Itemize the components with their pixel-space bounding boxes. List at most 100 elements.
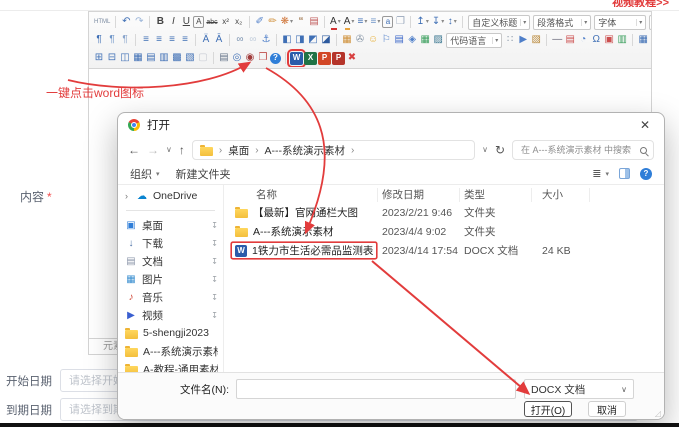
image-center-icon[interactable]: ◩ [307,33,319,48]
merge-right-icon[interactable]: ▩ [171,51,183,66]
superscript-icon[interactable]: x² [220,15,232,30]
paragraph-spacing-top-icon[interactable]: ↥▾ [415,15,429,30]
sidebar-item-onedrive[interactable]: ›☁OneDrive [118,187,223,205]
insert-map-icon[interactable]: ⚐ [380,33,392,48]
scrawl-icon[interactable]: ▨ [432,33,444,48]
format-code-icon[interactable]: ∷ [504,33,516,48]
align-center-icon[interactable]: ≡ [153,33,165,48]
split-cell-icon[interactable]: ▦ [132,51,144,66]
sidebar-folder-item[interactable]: A---系统演示素材 [118,342,223,360]
anchor-icon[interactable]: ⚓ [260,33,272,48]
print-icon[interactable]: ▤ [218,51,230,66]
indent-paragraph-icon[interactable]: ¶ [93,33,105,48]
merge-cells-icon[interactable]: ◫ [119,51,131,66]
file-row[interactable]: A---系统演示素材2023/4/4 9:02文件夹 [224,222,664,241]
special-chars-icon[interactable]: Ω [590,33,602,48]
breadcrumb[interactable]: ›桌面›A---系统演示素材› [192,140,475,160]
insert-summary-icon[interactable]: ▤ [308,15,320,30]
paragraph-mark-icon[interactable]: ¶ [119,33,131,48]
delete-row-icon[interactable]: ▤ [145,51,157,66]
insert-col-icon[interactable]: ⊟ [106,51,118,66]
line-height-icon[interactable]: ↕▾ [446,15,458,30]
insert-iframe-icon[interactable]: ▤ [393,33,405,48]
underline-icon[interactable]: U [180,15,192,30]
auto-typeset-icon[interactable]: ❋▾ [280,15,294,30]
source-code-icon[interactable]: HTML [93,15,111,30]
insert-video-icon[interactable]: ▶ [517,33,529,48]
unordered-list-icon[interactable]: ≡▾ [369,15,381,30]
strikethrough-icon[interactable]: abc [205,15,218,30]
up-icon[interactable]: ↑ [179,144,185,156]
sidebar-item-桌面[interactable]: ▣桌面↧ [118,216,223,234]
insert-link-icon[interactable]: ∞ [234,33,246,48]
resize-grip[interactable]: ◿ [655,409,661,418]
remove-link-icon[interactable]: ∞ [247,33,259,48]
new-folder-button[interactable]: 新建文件夹 [176,166,231,182]
font-family-select[interactable]: 字体▾ [594,15,646,30]
rtl-paragraph-icon[interactable]: ¶ [106,33,118,48]
clear-document-icon[interactable]: ✖ [346,51,358,66]
filename-input[interactable] [236,379,516,399]
file-row[interactable]: 【最新】官网通栏大图2023/2/21 9:46文件夹 [224,203,664,222]
print-screen-icon[interactable]: ▣ [603,33,615,48]
highlight-color-icon[interactable]: A▾ [343,15,356,30]
image-inline-icon[interactable]: ◨ [294,33,306,48]
template-icon[interactable]: ❒ [257,51,269,66]
import-excel-icon[interactable]: X [304,52,317,65]
column-header[interactable]: 修改日期 [378,188,460,202]
sidebar-item-文档[interactable]: ▤文档↧ [118,252,223,270]
merge-down-icon[interactable]: ▧ [184,51,196,66]
paste-icon[interactable]: ❐ [394,15,406,30]
sidebar-item-图片[interactable]: ▦图片↧ [118,270,223,288]
word-spacing-icon[interactable]: Ā [213,33,225,48]
attachment-icon[interactable]: ◈ [406,33,418,48]
bold-icon[interactable]: B [154,15,166,30]
import-pdf-icon[interactable]: P [332,52,345,65]
emoji-icon[interactable]: ☺ [367,33,379,48]
table-style-icon[interactable]: ◫ [650,33,651,48]
column-header[interactable]: 名称 [232,188,378,202]
image-float-left-icon[interactable]: ◧ [281,33,293,48]
history-dropdown-icon[interactable]: ∨ [166,146,172,154]
column-header[interactable]: 大小 [532,188,590,202]
horizontal-rule-icon[interactable]: — [551,33,563,48]
refresh-icon[interactable]: ↻ [495,144,505,156]
close-icon[interactable]: ✕ [636,118,654,132]
sidebar-folder-item[interactable]: 5-shengji2023 [118,324,223,342]
ordered-list-icon[interactable]: ≡▾ [356,15,368,30]
filetype-select[interactable]: DOCX 文档∨ [524,379,634,399]
organize-button[interactable]: 组织▾ [130,166,160,182]
letter-spacing-icon[interactable]: Ä [200,33,212,48]
eraser-icon[interactable]: ✐ [254,15,266,30]
format-brush-icon[interactable]: ✏ [267,15,279,30]
delete-table-icon[interactable]: ▢ [197,51,209,66]
align-left-icon[interactable]: ≡ [140,33,152,48]
back-icon[interactable]: ← [128,144,140,156]
auto-link-icon[interactable]: a [382,16,393,28]
import-ppt-icon[interactable]: P [318,52,331,65]
top-right-note[interactable]: 视频教程>> [612,0,669,7]
sidebar-item-视频[interactable]: ▶视频↧ [118,306,223,324]
italic-icon[interactable]: I [167,15,179,30]
border-text-icon[interactable]: A [193,16,204,28]
column-header[interactable]: 类型 [460,188,532,202]
preview-pane-icon[interactable] [619,168,630,179]
address-dropdown-icon[interactable]: ∨ [482,146,488,154]
custom-title-select[interactable]: 自定义标题▾ [468,15,530,30]
search-input[interactable] [519,144,640,156]
search-box[interactable] [512,140,654,160]
undo-icon[interactable]: ↶ [120,15,132,30]
insert-row-icon[interactable]: ⊞ [93,51,105,66]
screenshot-icon[interactable]: ✇ [354,33,366,48]
view-options-button[interactable]: ≣▾ [592,167,609,180]
insert-time-icon[interactable]: ◔ [577,33,589,48]
delete-col-icon[interactable]: ▥ [158,51,170,66]
forward-icon[interactable]: → [147,144,159,156]
align-right-icon[interactable]: ≡ [166,33,178,48]
breadcrumb-item[interactable]: A---系统演示素材 [265,143,346,158]
blockquote-icon[interactable]: “ [295,15,307,30]
word-image-icon[interactable]: ▥ [616,33,628,48]
subscript-icon[interactable]: x₂ [233,15,245,30]
image-float-right-icon[interactable]: ◪ [320,33,332,48]
align-justify-icon[interactable]: ≡ [179,33,191,48]
